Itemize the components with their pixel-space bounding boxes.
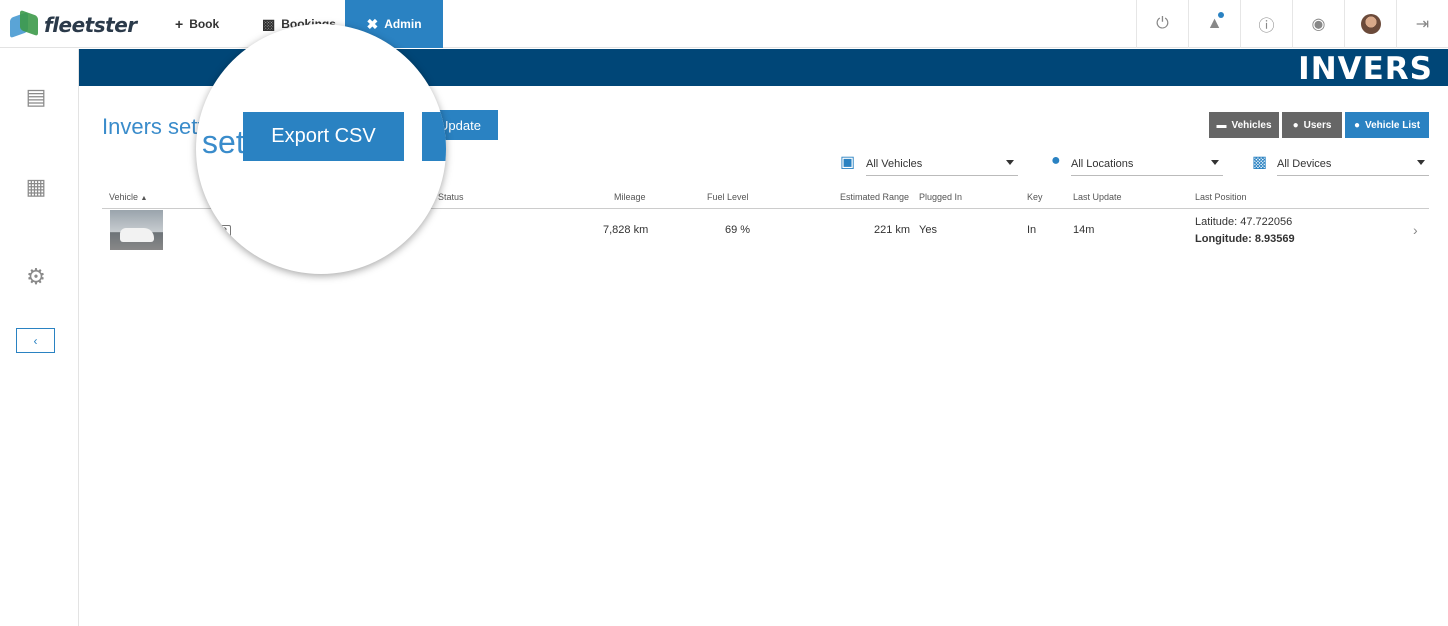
info-icon[interactable]: ⓘ <box>1240 0 1292 48</box>
column-header-vehicle[interactable]: Vehicle ▲ <box>109 192 147 202</box>
devices-filter-value: All Devices <box>1277 157 1332 170</box>
car-icon: ▬ <box>1216 119 1227 131</box>
plus-icon: + <box>175 16 184 32</box>
chevron-down-icon <box>1417 160 1425 165</box>
row-plugged-in: Yes <box>919 224 937 236</box>
magnified-update-button <box>422 112 446 161</box>
bookings-icon: ▩ <box>262 15 276 32</box>
row-license-plate: E-FG 5432 <box>196 225 232 237</box>
vehicles-filter-value: All Vehicles <box>866 157 923 170</box>
collapse-sidebar-button[interactable]: ‹ <box>16 328 55 353</box>
notification-dot <box>1218 12 1224 18</box>
tools-icon: ✖ <box>366 15 379 32</box>
chevron-down-icon <box>1006 160 1014 165</box>
car-icon: ▣ <box>840 154 856 171</box>
fleetster-logo-icon <box>10 9 42 39</box>
invers-logo: INVERS <box>1298 51 1433 87</box>
nav-book[interactable]: + Book <box>175 0 219 48</box>
clipboard-icon[interactable]: ▤ <box>24 85 48 109</box>
user-icon: ● <box>1292 119 1299 131</box>
column-header-last-position[interactable]: Last Position <box>1195 192 1247 202</box>
logo-text: fleetster <box>44 13 137 37</box>
nav-admin-label: Admin <box>384 17 422 31</box>
vehicle-list-view-label: Vehicle List <box>1365 119 1421 131</box>
row-last-update: 14m <box>1073 224 1095 236</box>
row-latitude: Latitude: 47.722056 <box>1195 216 1293 228</box>
vehicles-filter-select[interactable]: All Vehicles <box>866 152 1018 176</box>
nav-book-label: Book <box>189 17 220 31</box>
row-mileage: 7,828 km <box>603 224 649 236</box>
user-icon: ● <box>1353 119 1360 131</box>
magnifier-overlay: Invers settings Export CSV H Mode E-FG 5… <box>196 24 446 274</box>
device-signal-icon: ▩ <box>1252 154 1268 171</box>
vehicle-thumbnail <box>110 210 163 250</box>
power-icon[interactable]: ⏻ <box>1136 0 1188 48</box>
gear-icon[interactable]: ⚙ <box>24 265 48 289</box>
column-header-estimated-range[interactable]: Estimated Range <box>840 192 909 202</box>
top-navigation-bar: fleetster + Book ▩ Bookings ✖ Admin ⏻ ▲ … <box>0 0 1448 48</box>
locations-filter-value: All Locations <box>1071 157 1134 170</box>
export-csv-button[interactable]: Export CSV <box>243 112 404 161</box>
notifications-icon[interactable]: ▲ <box>1188 0 1240 48</box>
locations-filter-select[interactable]: All Locations <box>1071 152 1223 176</box>
sort-ascending-icon: ▲ <box>140 195 148 202</box>
location-pin-icon: ● <box>1051 152 1061 169</box>
column-header-plugged-in[interactable]: Plugged In <box>919 192 962 202</box>
garage-icon[interactable]: ▦ <box>24 175 48 199</box>
top-right-actions: ⏻ ▲ ⓘ ◉ ⇥ <box>1136 0 1448 48</box>
column-header-last-update[interactable]: Last Update <box>1073 192 1122 202</box>
user-avatar[interactable] <box>1344 0 1396 48</box>
row-fuel-level: 69 % <box>725 224 751 236</box>
row-longitude: Longitude: 8.93569 <box>1195 233 1295 245</box>
chevron-right-icon[interactable]: › <box>1413 222 1418 238</box>
column-header-mileage[interactable]: Mileage <box>614 192 646 202</box>
column-header-key[interactable]: Key <box>1027 192 1043 202</box>
column-header-fuel-level[interactable]: Fuel Level <box>707 192 749 202</box>
column-header-status[interactable]: Status <box>438 192 464 202</box>
chevron-down-icon <box>1211 160 1219 165</box>
row-vehicle-model: Mode <box>196 208 215 224</box>
users-view-button[interactable]: ● Users <box>1282 112 1342 138</box>
avatar <box>1360 14 1381 34</box>
row-estimated-range: 221 km <box>874 224 911 236</box>
devices-filter-select[interactable]: All Devices <box>1277 152 1429 176</box>
globe-icon[interactable]: ◉ <box>1292 0 1344 48</box>
users-view-label: Users <box>1303 119 1332 131</box>
row-key: In <box>1027 224 1037 236</box>
logout-icon[interactable]: ⇥ <box>1396 0 1448 48</box>
sidebar: ▤ ▦ ⚙ ‹ <box>0 49 79 626</box>
column-header-vehicle-label: Vehicle <box>109 192 139 202</box>
vehicles-view-button[interactable]: ▬ Vehicles <box>1209 112 1279 138</box>
fleetster-logo[interactable]: fleetster <box>10 9 137 40</box>
vehicles-view-label: Vehicles <box>1231 119 1272 131</box>
vehicle-list-view-button[interactable]: ● Vehicle List <box>1345 112 1429 138</box>
